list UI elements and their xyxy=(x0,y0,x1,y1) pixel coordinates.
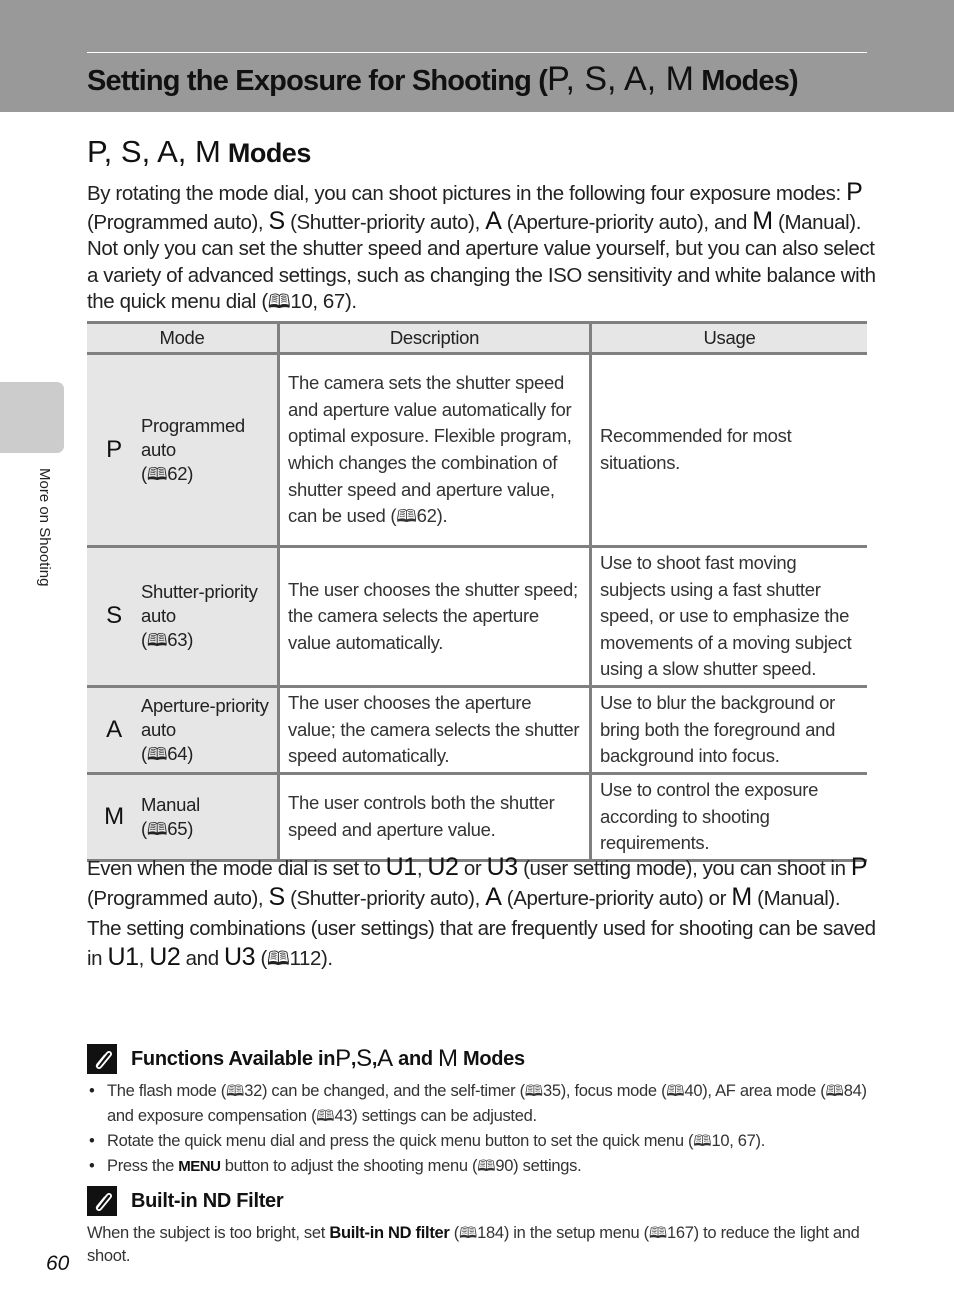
book-icon: 🕮 xyxy=(693,1133,712,1150)
book-icon: 🕮 xyxy=(648,1225,668,1242)
pencil-icon xyxy=(87,1044,117,1074)
mode-u2-glyph: U2 xyxy=(149,942,181,971)
page-ref[interactable]: 63 xyxy=(167,629,187,650)
table-row: P Programmed auto (🕮62) The camera sets th… xyxy=(87,353,867,548)
page-ref[interactable]: 65 xyxy=(167,818,187,839)
page-ref[interactable]: 167 xyxy=(667,1224,694,1242)
header-description: Description xyxy=(277,321,592,355)
pencil-icon xyxy=(87,1186,117,1216)
page-ref[interactable]: 62 xyxy=(167,463,187,484)
mode-m-glyph: M xyxy=(731,883,752,912)
book-icon: 🕮 xyxy=(146,743,168,764)
mode-a-glyph: A xyxy=(485,206,502,235)
chapter-banner: Setting the Exposure for Shooting (P, S,… xyxy=(0,0,954,112)
page-ref[interactable]: 32 xyxy=(244,1082,262,1100)
description-cell: The user chooses the aperture value; the… xyxy=(277,686,592,775)
mode-a-glyph: A xyxy=(106,715,122,743)
mode-u1-glyph: U1 xyxy=(107,942,139,971)
page-title: Setting the Exposure for Shooting (P, S,… xyxy=(87,60,799,98)
mode-glyphs: P, S, A, M xyxy=(547,60,694,98)
page-ref[interactable]: 62 xyxy=(417,505,437,526)
page-number: 60 xyxy=(46,1252,70,1275)
book-icon: 🕮 xyxy=(146,630,168,651)
header-mode: Mode xyxy=(87,321,279,355)
page-ref[interactable]: 40 xyxy=(684,1082,702,1100)
book-icon: 🕮 xyxy=(316,1108,335,1125)
description-cell: The user chooses the shutter speed; the … xyxy=(277,546,592,688)
page-ref[interactable]: 10, 67 xyxy=(290,290,345,313)
page-ref[interactable]: 64 xyxy=(167,743,187,764)
menu-button-glyph: MENU xyxy=(178,1158,221,1175)
intro-paragraph: By rotating the mode dial, you can shoot… xyxy=(87,178,876,314)
modes-table: Mode Description Usage P Programmed auto(… xyxy=(87,321,867,862)
note-nd-heading: Built-in ND Filter xyxy=(87,1186,284,1216)
list-item: The flash mode (🕮32) can be changed, and… xyxy=(87,1079,877,1129)
book-icon: 🕮 xyxy=(267,291,291,314)
mode-u3-glyph: U3 xyxy=(486,853,519,881)
page-ref[interactable]: 84 xyxy=(844,1082,862,1100)
mode-m-glyph: M xyxy=(752,206,773,235)
header-usage: Usage xyxy=(590,321,867,355)
list-item: Press the MENU button to adjust the shoo… xyxy=(87,1154,877,1179)
usage-cell: Recommended for most situations. xyxy=(590,353,867,548)
mode-p-glyph: P xyxy=(106,435,122,463)
mode-m-glyph: M xyxy=(438,1045,458,1072)
usage-cell: Use to blur the background or bring both… xyxy=(590,686,867,775)
user-modes-paragraph: Even when the mode dial is set to U1, U2… xyxy=(87,853,876,971)
book-icon: 🕮 xyxy=(146,818,168,839)
mode-u1-glyph: U1 xyxy=(385,853,418,881)
table-row: A Aperture-priority auto (🕮64) The user ch… xyxy=(87,686,867,775)
book-icon: 🕮 xyxy=(226,1083,245,1100)
usage-cell: Use to control the exposure according to… xyxy=(590,773,867,862)
mode-a-glyph: A xyxy=(377,1045,393,1072)
page-ref[interactable]: 35 xyxy=(543,1082,561,1100)
mode-s-glyph: S xyxy=(268,883,286,912)
mode-a-glyph: A xyxy=(485,883,502,912)
chapter-tab-label: More on Shooting xyxy=(36,468,53,587)
book-icon: 🕮 xyxy=(524,1083,543,1100)
banner-rule xyxy=(87,52,867,53)
nd-filter-setting-name: Built-in ND filter xyxy=(329,1224,450,1242)
mode-u3-glyph: U3 xyxy=(224,942,256,971)
mode-glyphs: P, S, A, M xyxy=(87,134,221,169)
description-cell: The camera sets the shutter speed and ap… xyxy=(277,353,592,548)
mode-p-glyph: P xyxy=(335,1045,351,1072)
table-row: M Manual (🕮65) The user controls both the … xyxy=(87,773,867,862)
mode-s-glyph: S xyxy=(106,602,122,630)
list-item: Rotate the quick menu dial and press the… xyxy=(87,1129,877,1154)
book-icon: 🕮 xyxy=(146,464,168,484)
book-icon: 🕮 xyxy=(459,1225,478,1242)
book-icon: 🕮 xyxy=(266,947,290,970)
table-header-row: Mode Description Usage xyxy=(87,321,867,355)
book-icon: 🕮 xyxy=(825,1083,844,1100)
book-icon: 🕮 xyxy=(477,1158,496,1175)
page-ref[interactable]: 112 xyxy=(289,947,321,970)
page-ref[interactable]: 90 xyxy=(495,1157,513,1175)
page-ref[interactable]: 43 xyxy=(334,1107,352,1125)
nd-filter-text: When the subject is too bright, set Buil… xyxy=(87,1224,860,1265)
mode-m-glyph: M xyxy=(104,802,124,830)
section-title: P, S, A, M Modes xyxy=(87,134,311,169)
book-icon: 🕮 xyxy=(396,506,417,527)
mode-s-glyph: S xyxy=(356,1045,372,1072)
note-functions-heading: Functions Available in P, S, A and M Mod… xyxy=(87,1044,525,1074)
usage-cell: Use to shoot fast moving subjects using … xyxy=(590,546,867,688)
mode-p-glyph: P xyxy=(850,853,868,881)
page-ref[interactable]: 10, 67 xyxy=(711,1132,755,1150)
mode-u2-glyph: U2 xyxy=(427,853,459,881)
table-row: S Shutter-priority auto (🕮63) The user cho… xyxy=(87,546,867,688)
description-cell: The user controls both the shutter speed… xyxy=(277,773,592,862)
book-icon: 🕮 xyxy=(666,1083,685,1100)
mode-s-glyph: S xyxy=(268,206,286,235)
page-ref[interactable]: 184 xyxy=(477,1224,504,1242)
mode-p-glyph: P xyxy=(846,178,863,206)
chapter-tab xyxy=(0,382,64,453)
functions-list: The flash mode (🕮32) can be changed, and… xyxy=(87,1079,877,1179)
